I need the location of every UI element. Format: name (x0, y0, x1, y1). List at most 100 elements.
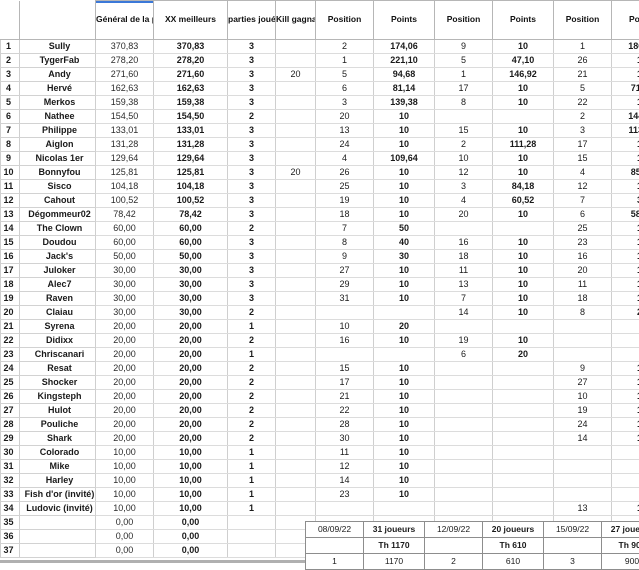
row-player-name[interactable] (20, 516, 96, 530)
row-player-name[interactable]: Dégommeur02 (20, 208, 96, 222)
row-kill-win[interactable] (276, 96, 316, 110)
summary-players[interactable]: 20 joueurs (483, 522, 544, 538)
row-position-2[interactable] (435, 376, 493, 390)
row-position-1[interactable]: 2 (316, 40, 374, 54)
row-rank[interactable]: 4 (1, 82, 20, 96)
row-player-name[interactable]: Alec7 (20, 278, 96, 292)
row-kill-win[interactable] (276, 418, 316, 432)
table-row[interactable]: 17Juloker30,0030,003271011102010 (1, 264, 639, 278)
row-points-2[interactable]: 10 (493, 152, 554, 166)
summary-date[interactable]: 08/09/22 (306, 522, 364, 538)
table-row[interactable]: 23Chriscanari20,0020,001620 (1, 348, 639, 362)
row-rank[interactable]: 29 (1, 432, 20, 446)
row-position-1[interactable]: 16 (316, 334, 374, 348)
row-position-1[interactable]: 4 (316, 152, 374, 166)
row-position-1[interactable] (316, 502, 374, 516)
row-rank[interactable]: 21 (1, 320, 20, 334)
row-position-2[interactable]: 17 (435, 82, 493, 96)
row-best[interactable]: 50,00 (154, 250, 228, 264)
row-kill-win[interactable] (276, 278, 316, 292)
row-best[interactable]: 278,20 (154, 54, 228, 68)
row-points-1[interactable]: 10 (374, 474, 435, 488)
row-position-1[interactable]: 3 (316, 96, 374, 110)
row-rank[interactable]: 32 (1, 474, 20, 488)
table-row[interactable]: 21Syrena20,0020,0011020 (1, 320, 639, 334)
row-points-2[interactable]: 10 (493, 208, 554, 222)
row-best[interactable]: 10,00 (154, 474, 228, 488)
row-player-name[interactable]: Pouliche (20, 418, 96, 432)
row-position-2[interactable]: 1 (435, 68, 493, 82)
row-position-3[interactable]: 23 (554, 236, 612, 250)
row-games-played[interactable]: 2 (228, 362, 276, 376)
row-position-3[interactable]: 27 (554, 376, 612, 390)
row-points-2[interactable]: 10 (493, 96, 554, 110)
summary-players[interactable]: 31 joueurs (364, 522, 425, 538)
table-row[interactable]: 22Didixx20,0020,00216101910 (1, 334, 639, 348)
row-points-1[interactable] (374, 502, 435, 516)
summary-th[interactable]: Th 1170 (364, 538, 425, 554)
row-general-period[interactable]: 78,42 (96, 208, 154, 222)
row-rank[interactable]: 27 (1, 404, 20, 418)
row-player-name[interactable]: Mike (20, 460, 96, 474)
row-best[interactable]: 20,00 (154, 418, 228, 432)
row-player-name[interactable]: Andy (20, 68, 96, 82)
row-general-period[interactable]: 0,00 (96, 530, 154, 544)
row-player-name[interactable]: Fish d'or (invité) (20, 488, 96, 502)
row-position-1[interactable]: 26 (316, 166, 374, 180)
table-row[interactable]: 8Aiglon131,28131,28324102111,281710 (1, 138, 639, 152)
table-row[interactable]: 3Andy271,60271,60320594,681146,922110 (1, 68, 639, 82)
row-position-2[interactable] (435, 418, 493, 432)
row-points-3[interactable]: 10 (612, 152, 639, 166)
row-games-played[interactable]: 3 (228, 124, 276, 138)
row-general-period[interactable]: 60,00 (96, 222, 154, 236)
row-player-name[interactable]: Nicolas 1er (20, 152, 96, 166)
summary-date[interactable]: 12/09/22 (425, 522, 483, 538)
row-points-1[interactable]: 10 (374, 194, 435, 208)
row-position-1[interactable] (316, 348, 374, 362)
row-points-2[interactable]: 47,10 (493, 54, 554, 68)
table-row[interactable]: 29Shark20,0020,00230101410 (1, 432, 639, 446)
row-player-name[interactable]: Kingsteph (20, 390, 96, 404)
table-row[interactable]: 4Hervé162,63162,633681,141710571,49 (1, 82, 639, 96)
summary-blank[interactable] (544, 538, 602, 554)
row-general-period[interactable]: 162,63 (96, 82, 154, 96)
row-position-3[interactable]: 22 (554, 96, 612, 110)
row-best[interactable]: 125,81 (154, 166, 228, 180)
row-player-name[interactable]: Syrena (20, 320, 96, 334)
row-games-played[interactable]: 2 (228, 334, 276, 348)
row-points-2[interactable] (493, 390, 554, 404)
row-position-2[interactable]: 15 (435, 124, 493, 138)
row-position-2[interactable]: 18 (435, 250, 493, 264)
row-player-name[interactable]: Shocker (20, 376, 96, 390)
row-position-2[interactable]: 3 (435, 180, 493, 194)
row-games-played[interactable]: 2 (228, 110, 276, 124)
row-kill-win[interactable] (276, 390, 316, 404)
row-points-2[interactable] (493, 376, 554, 390)
row-position-1[interactable]: 15 (316, 362, 374, 376)
row-rank[interactable]: 25 (1, 376, 20, 390)
row-general-period[interactable]: 104,18 (96, 180, 154, 194)
row-points-1[interactable]: 81,14 (374, 82, 435, 96)
row-position-2[interactable] (435, 110, 493, 124)
row-rank[interactable]: 26 (1, 390, 20, 404)
row-general-period[interactable]: 20,00 (96, 404, 154, 418)
row-rank[interactable]: 5 (1, 96, 20, 110)
row-points-1[interactable]: 10 (374, 334, 435, 348)
row-general-period[interactable]: 154,50 (96, 110, 154, 124)
row-position-1[interactable]: 29 (316, 278, 374, 292)
row-general-period[interactable]: 159,38 (96, 96, 154, 110)
summary-total[interactable]: 1170 (364, 554, 425, 570)
row-position-3[interactable] (554, 334, 612, 348)
row-position-2[interactable] (435, 404, 493, 418)
row-points-1[interactable] (374, 306, 435, 320)
row-position-1[interactable]: 13 (316, 124, 374, 138)
row-best[interactable]: 0,00 (154, 516, 228, 530)
row-kill-win[interactable] (276, 54, 316, 68)
row-position-1[interactable]: 6 (316, 82, 374, 96)
row-best[interactable]: 100,52 (154, 194, 228, 208)
row-rank[interactable]: 35 (1, 516, 20, 530)
row-best[interactable]: 20,00 (154, 390, 228, 404)
row-points-1[interactable]: 10 (374, 208, 435, 222)
row-position-1[interactable]: 9 (316, 250, 374, 264)
row-points-2[interactable]: 10 (493, 82, 554, 96)
